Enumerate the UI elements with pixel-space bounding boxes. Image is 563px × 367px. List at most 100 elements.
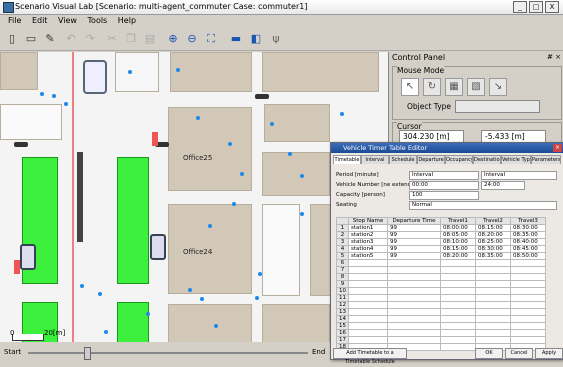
building-block[interactable] bbox=[115, 52, 159, 92]
table-cell[interactable] bbox=[348, 259, 388, 267]
time-slider-track[interactable] bbox=[28, 352, 308, 354]
table-cell[interactable] bbox=[475, 315, 511, 323]
table-cell[interactable] bbox=[475, 329, 511, 337]
add-timetable-button[interactable]: Add Timetable to a Timetable Schedule bbox=[333, 348, 407, 365]
table-cell[interactable] bbox=[475, 301, 511, 309]
close-button[interactable]: X bbox=[545, 1, 559, 13]
fit-view-icon[interactable]: ⛶ bbox=[203, 31, 219, 47]
pedestrian-agent[interactable] bbox=[288, 152, 292, 156]
table-cell[interactable] bbox=[475, 294, 511, 302]
table-row[interactable]: 5 station5 99 08:20:00 08:35:00 08:50:00 bbox=[336, 252, 546, 260]
table-cell[interactable] bbox=[510, 336, 546, 344]
pedestrian-agent[interactable] bbox=[146, 312, 150, 316]
table-row[interactable]: 10 bbox=[336, 287, 546, 295]
building-block[interactable] bbox=[168, 304, 252, 342]
select-arrow-icon[interactable]: ↖ bbox=[401, 78, 419, 96]
table-cell[interactable] bbox=[348, 287, 388, 295]
table-cell[interactable]: 08:45:00 bbox=[510, 245, 546, 253]
table-row[interactable]: 12 bbox=[336, 301, 546, 309]
menu-view[interactable]: View bbox=[58, 15, 77, 27]
end-time-input[interactable]: 24:00 bbox=[481, 181, 525, 190]
pedestrian-agent[interactable] bbox=[258, 272, 262, 276]
table-cell[interactable] bbox=[440, 343, 476, 351]
table-cell[interactable] bbox=[387, 322, 441, 330]
table-cell[interactable] bbox=[475, 273, 511, 281]
table-cell[interactable] bbox=[440, 259, 476, 267]
tab-schedule[interactable]: Schedule bbox=[389, 155, 417, 164]
table-cell[interactable] bbox=[348, 315, 388, 323]
table-row[interactable]: 11 bbox=[336, 294, 546, 302]
table-cell[interactable]: station5 bbox=[348, 252, 388, 260]
table-row[interactable]: 14 bbox=[336, 315, 546, 323]
table-cell[interactable] bbox=[510, 329, 546, 337]
tab-interval[interactable]: Interval bbox=[361, 155, 389, 164]
period-select-2[interactable]: Interval bbox=[481, 171, 557, 180]
table-cell[interactable] bbox=[510, 322, 546, 330]
tab-timetable[interactable]: Timetable bbox=[333, 155, 361, 164]
table-cell[interactable] bbox=[440, 322, 476, 330]
pedestrian-agent[interactable] bbox=[80, 284, 84, 288]
table-cell[interactable] bbox=[348, 273, 388, 281]
table-cell[interactable] bbox=[475, 308, 511, 316]
table-cell[interactable] bbox=[510, 315, 546, 323]
column-header[interactable]: Departure Time bbox=[387, 217, 441, 225]
train-vehicle[interactable] bbox=[83, 60, 107, 94]
column-header[interactable]: Stop Name bbox=[348, 217, 388, 225]
redo-icon[interactable]: ↷ bbox=[82, 31, 98, 47]
table-cell[interactable] bbox=[510, 308, 546, 316]
pedestrian-agent[interactable] bbox=[208, 224, 212, 228]
start-time-input[interactable]: 00:00 bbox=[409, 181, 479, 190]
edit-shape-icon[interactable]: ▧ bbox=[467, 78, 485, 96]
table-cell[interactable]: 08:30:00 bbox=[475, 245, 511, 253]
table-row[interactable]: 2 station2 99 08:05:00 08:20:00 08:35:00 bbox=[336, 231, 546, 239]
cut-icon[interactable]: ✂ bbox=[104, 31, 120, 47]
grid-icon[interactable]: ▦ bbox=[445, 78, 463, 96]
pedestrian-agent[interactable] bbox=[300, 174, 304, 178]
table-cell[interactable] bbox=[440, 336, 476, 344]
table-cell[interactable] bbox=[440, 329, 476, 337]
menu-tools[interactable]: Tools bbox=[88, 15, 108, 27]
table-cell[interactable]: 99 bbox=[387, 231, 441, 239]
table-cell[interactable] bbox=[387, 287, 441, 295]
table-cell[interactable] bbox=[510, 273, 546, 281]
table-cell[interactable]: 99 bbox=[387, 224, 441, 232]
table-row[interactable]: 4 station4 99 08:15:00 08:30:00 08:45:00 bbox=[336, 245, 546, 253]
table-cell[interactable]: 08:25:00 bbox=[475, 238, 511, 246]
camera-icon[interactable]: ◧ bbox=[248, 31, 264, 47]
table-cell[interactable] bbox=[440, 294, 476, 302]
pencil-icon[interactable]: ✎ bbox=[42, 31, 58, 47]
open-folder-icon[interactable]: ▭ bbox=[23, 31, 39, 47]
table-cell[interactable] bbox=[475, 287, 511, 295]
table-cell[interactable] bbox=[475, 266, 511, 274]
table-cell[interactable] bbox=[348, 329, 388, 337]
building-block[interactable] bbox=[170, 52, 252, 92]
antenna-icon[interactable]: ⍦ bbox=[268, 31, 284, 47]
table-cell[interactable] bbox=[440, 280, 476, 288]
table-cell[interactable] bbox=[475, 259, 511, 267]
table-row[interactable]: 3 station3 99 08:10:00 08:25:00 08:40:00 bbox=[336, 238, 546, 246]
building-block[interactable] bbox=[0, 52, 38, 90]
timetable-grid[interactable]: Stop Name Departure Time Travel1 Travel2… bbox=[336, 217, 546, 351]
table-row[interactable]: 1 station1 99 08:00:00 08:15:00 08:30:00 bbox=[336, 224, 546, 232]
pedestrian-agent[interactable] bbox=[196, 116, 200, 120]
pedestrian-agent[interactable] bbox=[40, 92, 44, 96]
tab-destination[interactable]: Destination bbox=[473, 155, 501, 164]
table-row[interactable]: 9 bbox=[336, 280, 546, 288]
object-type-select[interactable] bbox=[455, 100, 540, 113]
table-cell[interactable]: 08:00:00 bbox=[440, 224, 476, 232]
building-block[interactable] bbox=[0, 104, 62, 140]
seating-select[interactable]: Normal bbox=[409, 201, 557, 210]
pedestrian-agent[interactable] bbox=[64, 102, 68, 106]
table-cell[interactable] bbox=[387, 259, 441, 267]
table-cell[interactable] bbox=[510, 287, 546, 295]
table-cell[interactable]: 08:20:00 bbox=[440, 252, 476, 260]
pedestrian-agent[interactable] bbox=[240, 172, 244, 176]
table-cell[interactable] bbox=[475, 336, 511, 344]
table-row[interactable]: 6 bbox=[336, 259, 546, 267]
table-cell[interactable]: 99 bbox=[387, 245, 441, 253]
table-cell[interactable]: 08:40:00 bbox=[510, 238, 546, 246]
pedestrian-agent[interactable] bbox=[104, 330, 108, 334]
building-block[interactable] bbox=[262, 52, 379, 92]
table-cell[interactable] bbox=[387, 273, 441, 281]
line-tool-icon[interactable]: ↘ bbox=[489, 78, 507, 96]
